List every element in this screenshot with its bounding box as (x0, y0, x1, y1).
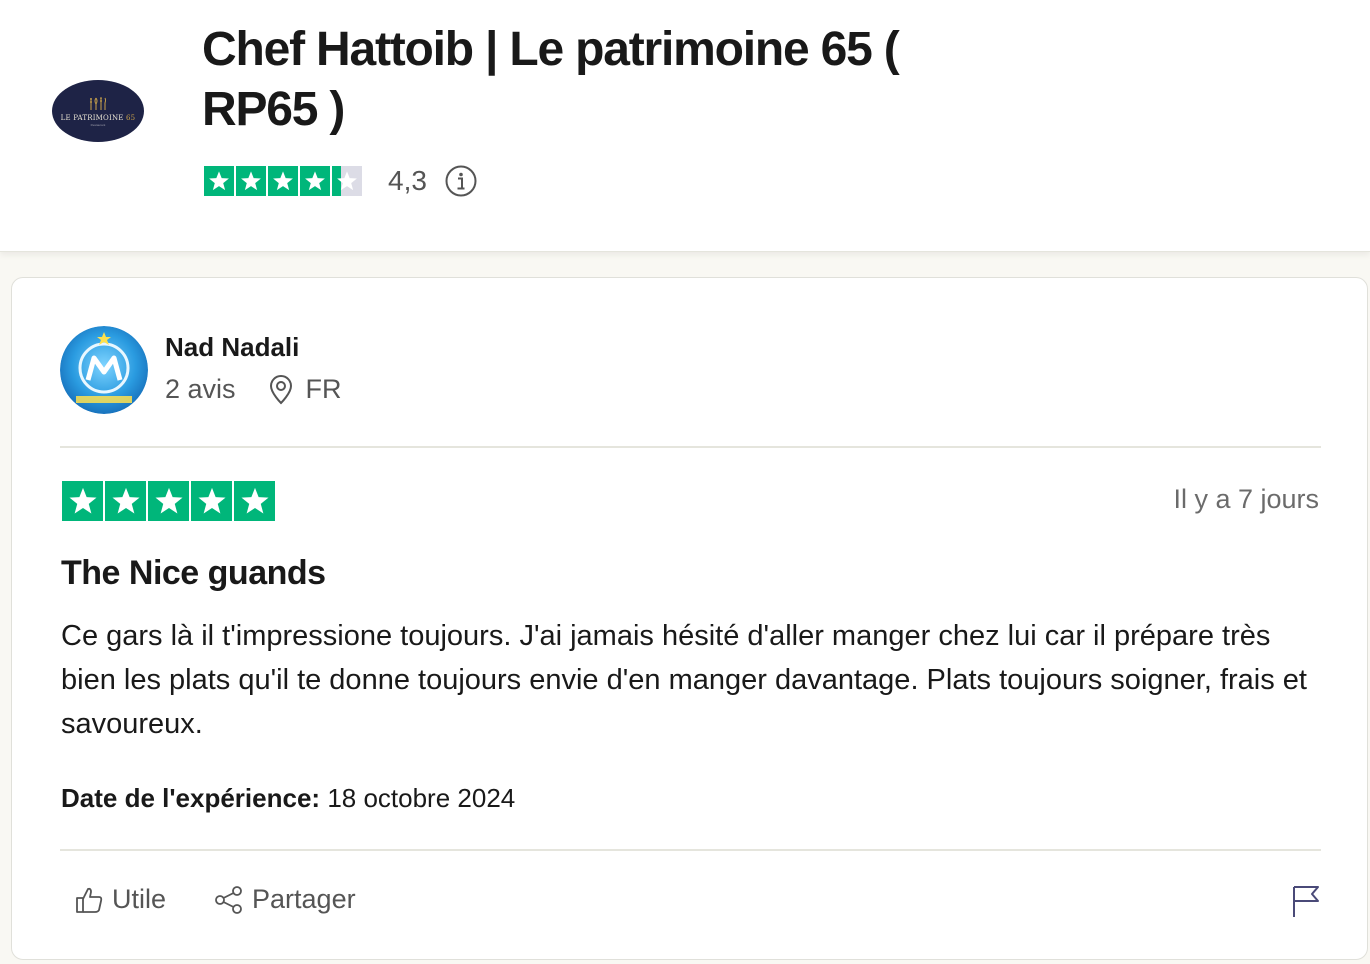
logo-subtext: Restaurant (90, 122, 106, 127)
review-actions: Utile Partager (74, 884, 356, 915)
review-card: Nad Nadali 2 avis FR Il y a 7 jours The … (11, 277, 1368, 960)
star-icon (305, 171, 325, 191)
experience-date-label: Date de l'expérience: (61, 783, 321, 813)
review-star (234, 481, 275, 521)
share-button[interactable]: Partager (214, 884, 356, 915)
business-title: Chef Hattoib | Le patrimoine 65 ( RP65 ) (202, 23, 900, 136)
logo-text: LE PATRIMOINE 65 (60, 113, 136, 122)
useful-label: Utile (112, 884, 167, 914)
experience-date-value: 18 octobre 2024 (327, 783, 516, 813)
trust-score: 4,3 (388, 165, 427, 196)
star-icon (241, 171, 261, 191)
review-body: Ce gars là il t'impressione toujours. J'… (61, 620, 1307, 740)
share-label: Partager (252, 884, 356, 914)
reviewer-meta: 2 avis FR (165, 374, 342, 405)
review-star (148, 481, 189, 521)
business-star (268, 166, 298, 196)
share-icon (215, 885, 242, 914)
business-logo[interactable]: LE PATRIMOINE 65 Restaurant (52, 80, 144, 142)
review-posted-date: Il y a 7 jours (1173, 484, 1319, 514)
review-stars (62, 481, 275, 521)
useful-button[interactable]: Utile (74, 884, 166, 915)
avatar-om-icon (60, 326, 148, 414)
review-count: 2 avis (165, 374, 236, 404)
divider (60, 446, 1321, 448)
reviewer-name[interactable]: Nad Nadali (165, 332, 299, 363)
logo-mark-icon (90, 97, 106, 110)
business-stars (204, 166, 362, 196)
info-icon[interactable] (445, 165, 477, 197)
location-pin-icon (269, 374, 292, 404)
star-icon (337, 171, 357, 191)
business-header: LE PATRIMOINE 65 Restaurant Chef Hattoib… (0, 0, 1370, 252)
business-star (300, 166, 330, 196)
star-icon (241, 487, 268, 514)
business-star (236, 166, 266, 196)
review-star (62, 481, 103, 521)
review-title[interactable]: The Nice guands (61, 554, 326, 593)
review-star (191, 481, 232, 521)
star-icon (112, 487, 139, 514)
star-icon (155, 487, 182, 514)
business-star (204, 166, 234, 196)
reviewer-country: FR (305, 374, 342, 404)
business-star (332, 166, 362, 196)
business-rating: 4,3 (204, 164, 477, 198)
review-star (105, 481, 146, 521)
experience-date: Date de l'expérience: 18 octobre 2024 (61, 783, 515, 814)
thumbs-up-icon (76, 887, 103, 913)
star-icon (273, 171, 293, 191)
flag-icon[interactable] (1290, 884, 1322, 918)
star-icon (209, 171, 229, 191)
star-icon (69, 487, 96, 514)
divider (60, 849, 1321, 851)
star-icon (198, 487, 225, 514)
reviewer-avatar[interactable] (60, 326, 148, 414)
